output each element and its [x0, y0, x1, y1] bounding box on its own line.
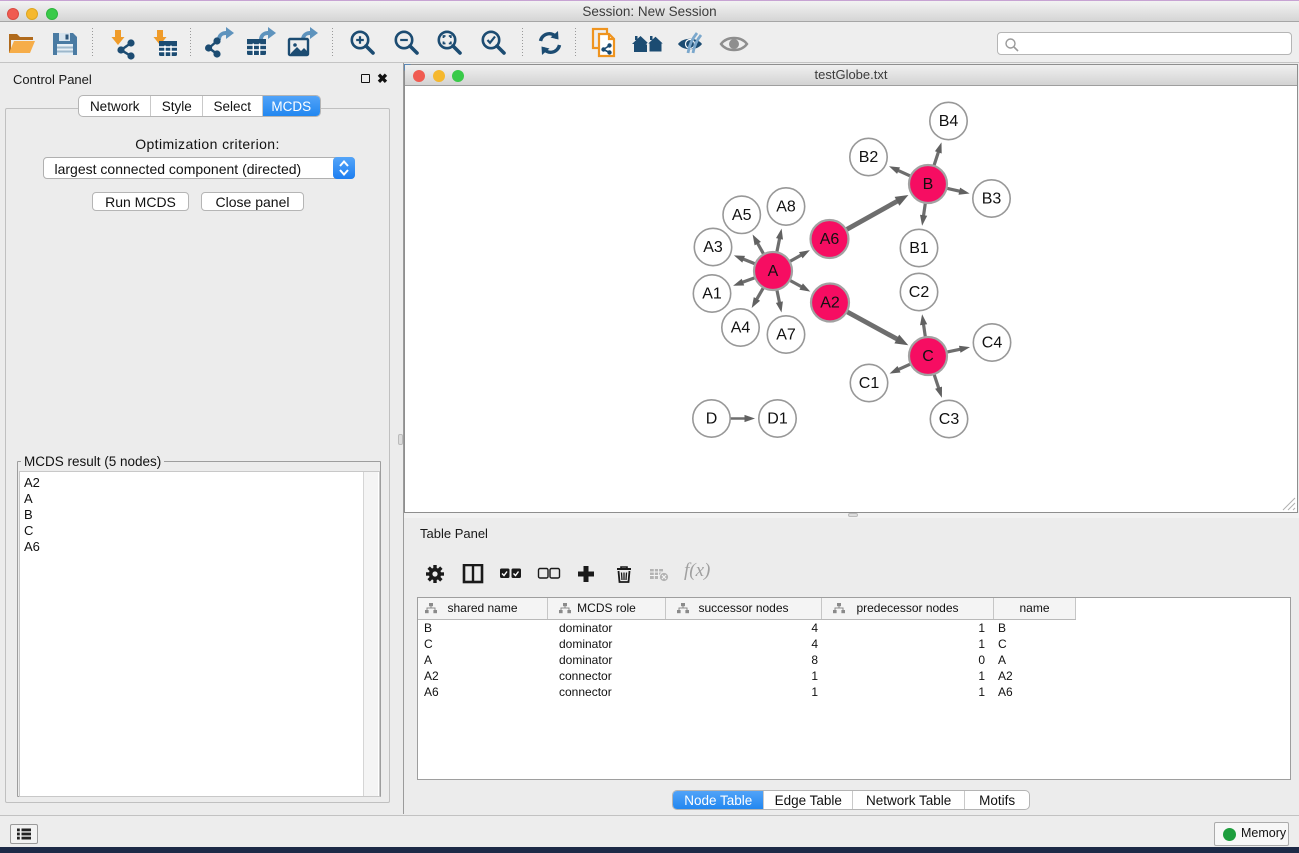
svg-text:A1: A1: [702, 286, 722, 303]
svg-text:D: D: [706, 411, 718, 428]
svg-text:B1: B1: [909, 240, 929, 257]
svg-text:C1: C1: [859, 375, 880, 392]
svg-text:C4: C4: [982, 335, 1003, 352]
svg-text:B4: B4: [939, 113, 959, 130]
svg-text:B2: B2: [859, 149, 879, 166]
svg-text:A4: A4: [731, 320, 751, 337]
svg-text:A2: A2: [820, 295, 840, 312]
svg-text:C2: C2: [909, 284, 930, 301]
svg-text:A6: A6: [820, 231, 840, 248]
svg-text:A3: A3: [703, 239, 723, 256]
svg-text:C: C: [922, 348, 934, 365]
svg-text:C3: C3: [939, 411, 960, 428]
svg-text:A8: A8: [776, 199, 796, 216]
svg-text:B: B: [923, 176, 934, 193]
svg-text:A7: A7: [776, 327, 796, 344]
svg-text:D1: D1: [767, 411, 788, 428]
svg-text:B3: B3: [982, 191, 1002, 208]
svg-text:A5: A5: [732, 207, 752, 224]
svg-text:A: A: [768, 263, 779, 280]
